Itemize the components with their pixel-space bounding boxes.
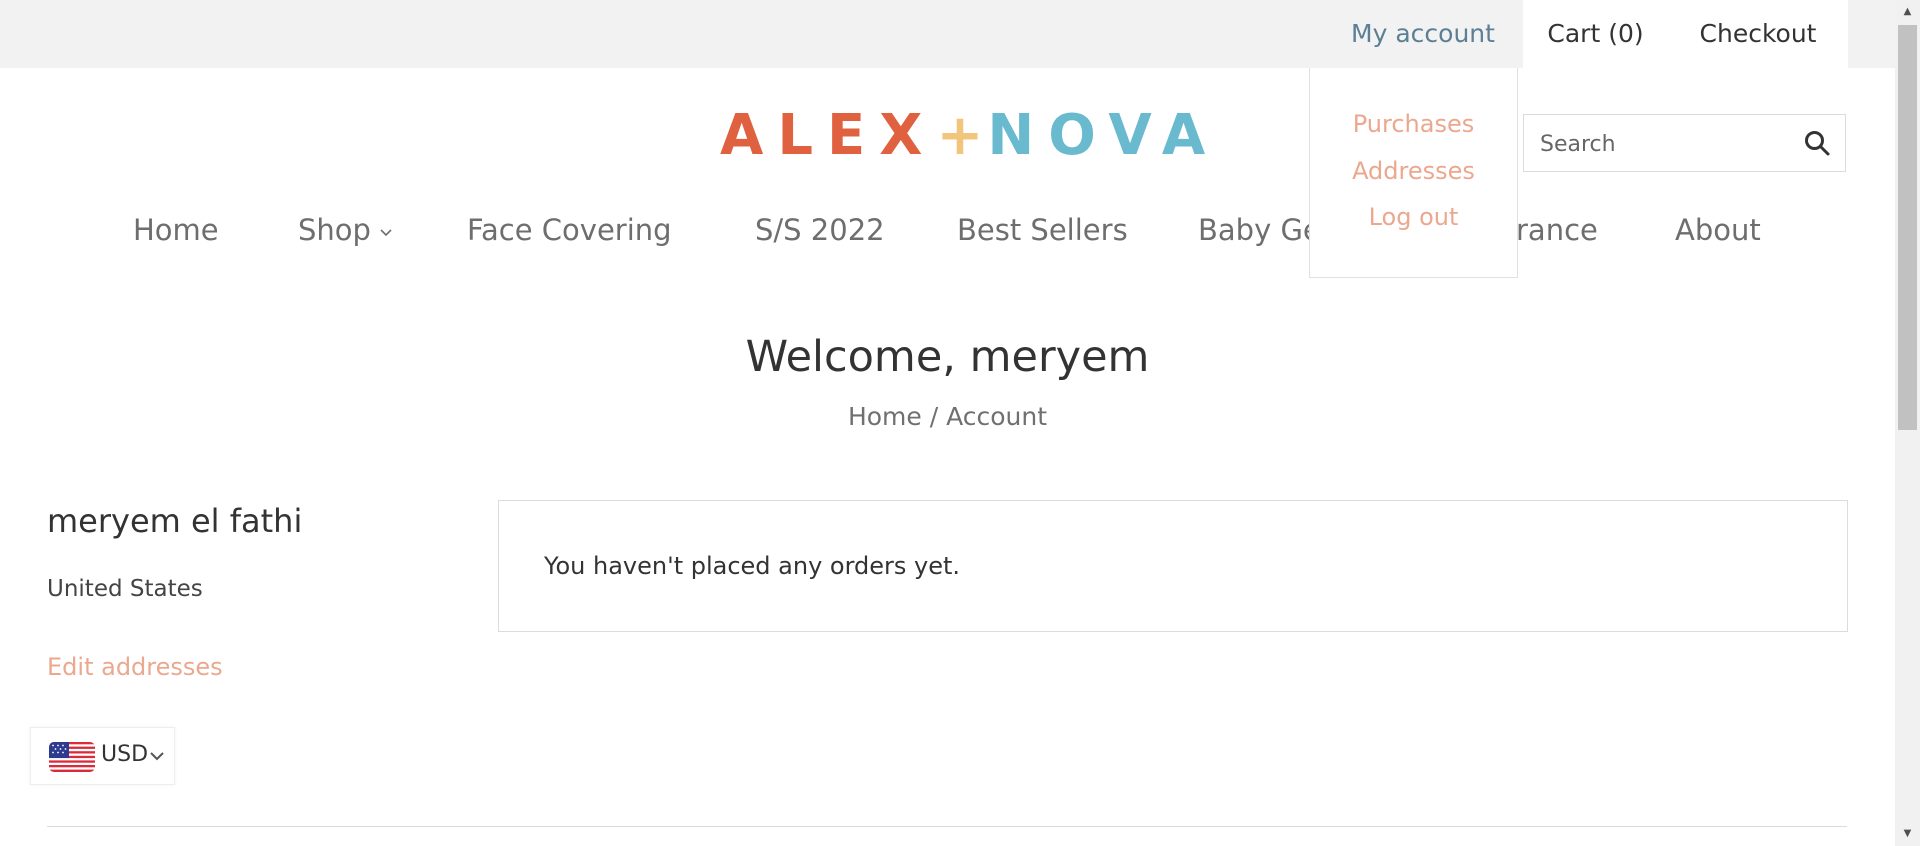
nav-about[interactable]: About: [1675, 205, 1761, 255]
my-account-link[interactable]: My account: [1322, 0, 1524, 68]
customer-name: meryem el fathi: [47, 502, 303, 540]
footer-divider: [47, 826, 1847, 827]
nav-face-covering[interactable]: Face Covering: [467, 205, 672, 255]
site-logo[interactable]: ALEX+NOVA: [720, 103, 1205, 168]
nav-ss-2022[interactable]: S/S 2022: [755, 205, 885, 255]
chevron-down-icon: [380, 229, 392, 237]
search-icon[interactable]: [1803, 129, 1831, 157]
orders-panel: You haven't placed any orders yet.: [498, 500, 1848, 632]
edit-addresses-link[interactable]: Edit addresses: [47, 653, 223, 681]
logo-nova: NOVA: [987, 103, 1220, 168]
account-dropdown: Purchases Addresses Log out: [1309, 68, 1518, 278]
nav-baby-gear[interactable]: Baby Ge: [1198, 205, 1321, 255]
currency-code: USD: [101, 742, 149, 767]
customer-country: United States: [47, 576, 203, 602]
scroll-down-icon[interactable]: ▼: [1895, 824, 1920, 844]
checkout-link[interactable]: Checkout: [1668, 0, 1848, 68]
breadcrumb-current: Account: [946, 402, 1048, 431]
dropdown-logout[interactable]: Log out: [1310, 203, 1517, 231]
vertical-scrollbar[interactable]: ▲ ▼: [1895, 0, 1920, 846]
logo-alex: ALEX: [720, 103, 937, 168]
us-flag-icon: [49, 742, 95, 772]
nav-shop-label: Shop: [298, 213, 371, 247]
page-title: Welcome, meryem: [745, 332, 1150, 382]
breadcrumb: Home / Account: [0, 402, 1895, 431]
breadcrumb-separator: /: [929, 402, 939, 431]
nav-shop[interactable]: Shop: [298, 205, 393, 255]
dropdown-purchases[interactable]: Purchases: [1310, 110, 1517, 138]
nav-home[interactable]: Home: [133, 205, 219, 255]
scrollbar-thumb[interactable]: [1898, 25, 1917, 430]
no-orders-message: You haven't placed any orders yet.: [544, 552, 961, 580]
dropdown-addresses[interactable]: Addresses: [1310, 157, 1517, 185]
search-input[interactable]: [1538, 127, 1792, 161]
top-bar: My account Cart (0) Checkout: [0, 0, 1895, 68]
nav-clearance[interactable]: rance: [1516, 205, 1598, 255]
main-nav: Home Shop Face Covering S/S 2022 Best Se…: [0, 205, 1895, 255]
chevron-down-icon: [150, 752, 164, 761]
logo-plus: +: [936, 103, 988, 168]
currency-selector[interactable]: USD: [30, 727, 175, 785]
cart-link[interactable]: Cart (0): [1523, 0, 1668, 68]
search-box: [1523, 114, 1846, 172]
nav-best-sellers[interactable]: Best Sellers: [957, 205, 1128, 255]
breadcrumb-home[interactable]: Home: [848, 402, 922, 431]
scroll-up-icon[interactable]: ▲: [1895, 2, 1920, 22]
